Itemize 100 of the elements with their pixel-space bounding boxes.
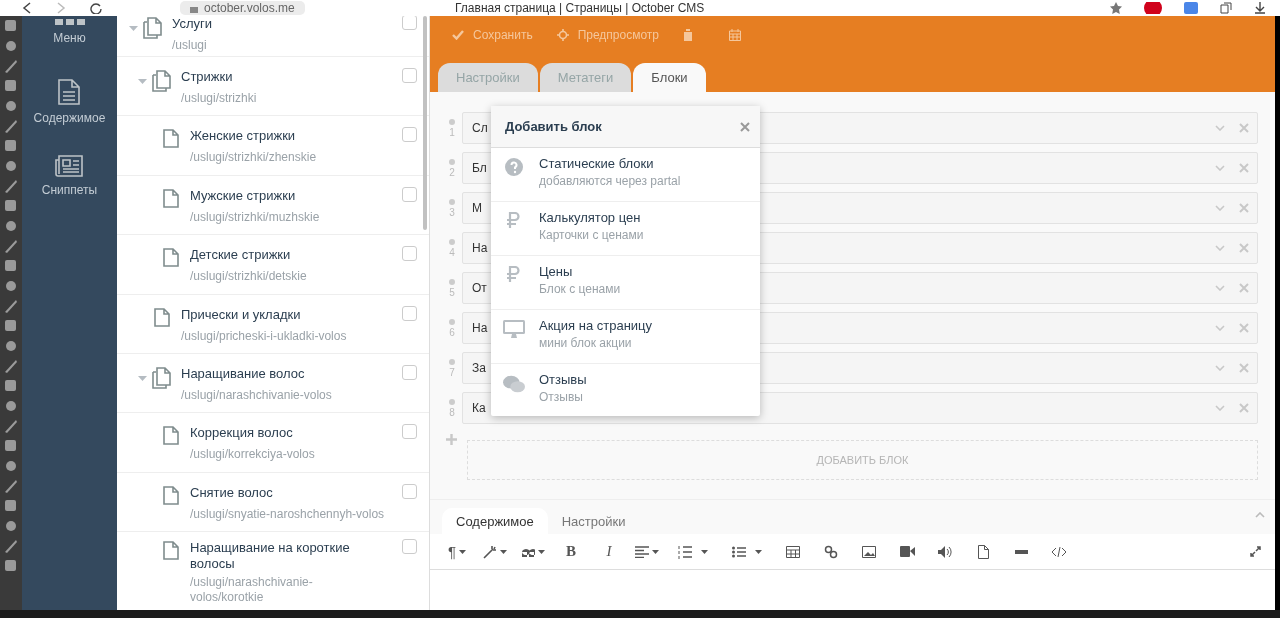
caret-icon[interactable] [137,375,147,382]
italic-button[interactable]: I [590,536,628,567]
caret-icon[interactable] [128,26,138,32]
chevron-icon[interactable] [1215,405,1225,411]
chevron-icon[interactable] [1215,245,1225,251]
forward-icon[interactable] [56,2,66,14]
remove-icon[interactable] [1239,363,1249,373]
address-bar[interactable]: october.volos.me [180,1,305,15]
sidebar-item[interactable]: Содержимое [33,76,106,128]
chevron-icon[interactable] [1215,285,1225,291]
page-url: /uslugi/strizhki/zhenskie [190,150,318,166]
file-icon [977,544,989,559]
close-icon[interactable] [740,121,750,132]
remove-icon[interactable] [1239,203,1249,213]
chevron-icon[interactable] [1215,365,1225,371]
extension-icon[interactable] [1144,2,1162,14]
drag-handle-icon[interactable] [449,238,455,245]
drag-handle-icon[interactable] [449,198,455,205]
remove-icon[interactable] [1239,323,1249,333]
paragraph-button[interactable]: ¶ [438,536,476,567]
caret-icon[interactable] [137,79,147,85]
option-title: Статические блоки [539,156,655,171]
drag-handle-icon[interactable] [449,158,455,165]
drag-handle-icon[interactable] [449,358,455,365]
document-icon [154,307,170,327]
remove-icon[interactable] [1239,123,1249,133]
page-tree-item[interactable]: Прически и укладки /uslugi/pricheski-i-ukladki-volos [117,294,429,354]
fullscreen-icon[interactable] [1250,546,1261,557]
block-type-option[interactable]: Статические блоки добавляются через partal [491,148,760,202]
row-number: 4 [449,246,455,258]
remove-icon[interactable] [1239,163,1249,173]
table-icon [786,545,800,558]
tab[interactable]: Содержимое [442,508,548,534]
row-number: 8 [449,406,455,418]
ruble-icon [507,212,521,228]
page-title: Мужские стрижки [190,187,297,204]
block-type-option[interactable]: Калькулятор цен Карточки с ценами [491,202,760,256]
chevron-icon[interactable] [1215,165,1225,171]
row-number: 1 [449,126,455,138]
block-type-option[interactable]: Акция на страницу мини блок акции [491,310,760,364]
caret-icon [459,549,467,554]
document-icon [163,188,179,208]
option-title: Акция на страницу [539,318,653,333]
sidebar-item[interactable]: Сниппеты [41,152,98,200]
image-icon [862,545,876,558]
question-icon [505,158,523,176]
checkbox[interactable] [402,364,417,380]
drag-handle-icon[interactable] [449,318,455,325]
remove-icon[interactable] [1239,403,1249,413]
sidebar-item[interactable]: Меню [53,16,86,48]
checkbox[interactable] [402,305,417,321]
chevron-icon[interactable] [1215,325,1225,331]
crosshair-icon [556,29,569,41]
page-url: /uslugi/strizhki/muzhskie [190,209,321,225]
remove-icon[interactable] [1239,283,1249,293]
download-icon[interactable] [1254,2,1266,14]
drag-handle-icon[interactable] [449,118,455,125]
trash-icon[interactable] [683,29,694,41]
drag-handle-icon[interactable] [449,278,455,285]
align-icon [635,545,649,558]
scrollbar[interactable] [423,16,427,230]
link-icon [824,544,838,559]
plus-icon[interactable] [446,434,457,445]
calendar-icon[interactable] [729,29,742,41]
checkbox[interactable] [402,539,417,555]
page-title: Услуги [172,16,213,32]
page-tree-item[interactable]: Снятие волос /uslugi/snyatie-naroshchennyh-volos [117,472,429,533]
block-type-option[interactable]: Цены Блок с ценами [491,256,760,310]
page-url: /uslugi/narashchivanie-volos [181,387,333,403]
monitor-icon [503,320,525,338]
chevron-icon[interactable] [1215,205,1225,211]
checkbox[interactable] [402,127,417,143]
checkbox[interactable] [402,483,417,499]
bullet-list-icon [732,545,746,558]
window-title: Главная страница | Страницы | October CMS [455,0,705,16]
checkbox[interactable] [402,186,417,202]
option-description: Блок с ценами [539,282,621,296]
bold-button[interactable]: B [552,536,590,567]
reload-icon[interactable] [90,2,102,14]
back-icon[interactable] [22,2,32,14]
caret-icon [500,549,507,554]
copy-icon[interactable] [1220,2,1232,14]
chevron-icon[interactable] [1215,125,1225,131]
checkbox[interactable] [402,246,417,262]
page-tree-item[interactable]: Наращивание волос /uslugi/narashchivanie-volos [117,353,429,414]
checkbox[interactable] [402,424,417,440]
checkbox[interactable] [402,68,417,83]
numbered-list-icon [678,544,692,559]
page-url: /uslugi [172,38,208,53]
drag-handle-icon[interactable] [449,398,455,405]
collapse-icon[interactable] [1255,512,1265,518]
page-tree-item[interactable]: Детские стрижки /uslugi/strizhki/detskie [117,235,429,295]
tab[interactable]: Блоки [633,63,706,92]
tab[interactable]: Настройки [547,508,640,534]
page-tree-item[interactable]: Наращивание на короткие волосы /uslugi/narashchivanie-volos/korotkie [117,532,429,610]
page-tree-item[interactable]: Коррекция волос /uslugi/korrekciya-volos [117,413,429,473]
document-icon [163,541,179,561]
star-icon[interactable] [1110,2,1122,14]
remove-icon[interactable] [1239,243,1249,253]
checkbox[interactable] [402,16,417,30]
